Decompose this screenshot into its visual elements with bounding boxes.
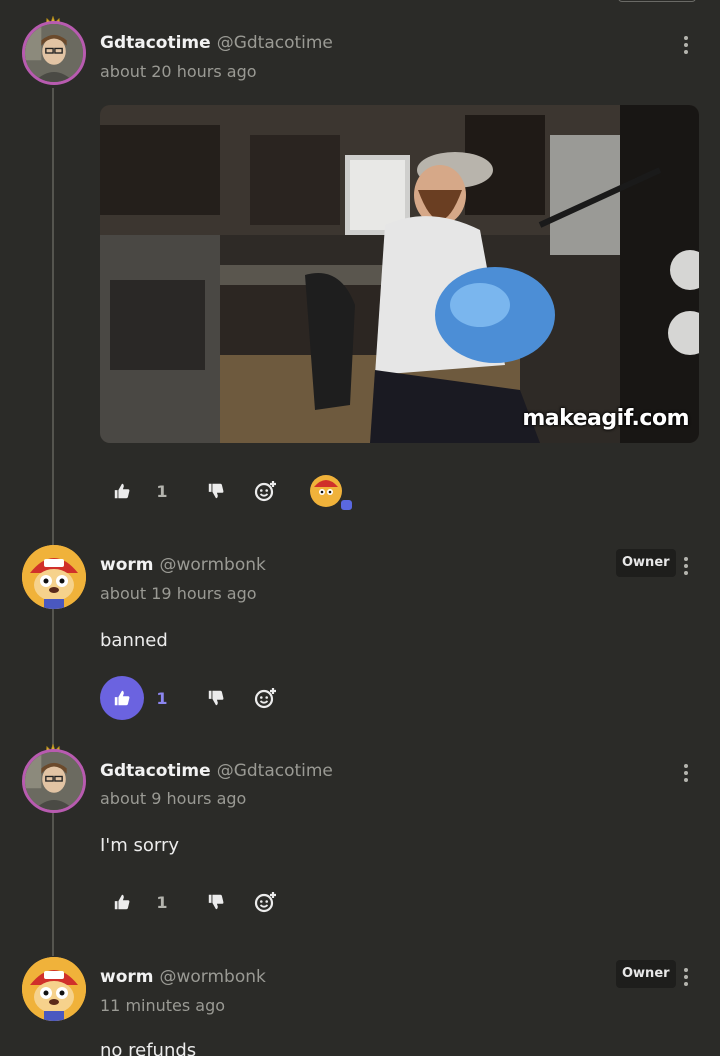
thumbs-down-icon <box>208 483 224 499</box>
author-line: worm @wormbonk <box>100 967 266 987</box>
reaction-avatar[interactable] <box>304 469 354 513</box>
timestamp: about 19 hours ago <box>100 584 257 603</box>
more-vertical-icon[interactable] <box>680 34 692 56</box>
gif-watermark: makeagif.com <box>522 406 689 431</box>
comment-text: I'm sorry <box>100 835 180 856</box>
comment-text: no refunds <box>100 1040 197 1056</box>
owner-badge: Owner <box>616 549 676 577</box>
dislike-button[interactable] <box>196 469 236 513</box>
avatar[interactable] <box>22 545 86 609</box>
top-tab-edge <box>618 0 696 2</box>
like-button[interactable] <box>100 469 144 513</box>
gif-image[interactable]: makeagif.com <box>100 105 699 443</box>
comment-actions: 1 <box>100 676 400 720</box>
author-name[interactable]: Gdtacotime <box>100 33 211 53</box>
add-reaction-button[interactable] <box>246 880 286 924</box>
author-handle: @Gdtacotime <box>216 33 333 53</box>
add-reaction-icon <box>254 892 276 913</box>
more-vertical-icon[interactable] <box>680 555 692 577</box>
add-reaction-icon <box>254 481 276 502</box>
like-button[interactable] <box>100 676 144 720</box>
thumbs-up-icon <box>114 483 130 499</box>
author-handle: @wormbonk <box>159 555 266 575</box>
like-count: 1 <box>156 481 168 501</box>
thread-line <box>52 88 54 956</box>
author-line: Gdtacotime @Gdtacotime <box>100 33 333 53</box>
more-vertical-icon[interactable] <box>680 762 692 784</box>
author-name[interactable]: Gdtacotime <box>100 761 211 781</box>
dislike-button[interactable] <box>196 880 236 924</box>
like-count: 1 <box>156 688 168 708</box>
thumbs-up-icon <box>114 894 130 910</box>
avatar[interactable] <box>22 957 86 1021</box>
author-line: Gdtacotime @Gdtacotime <box>100 761 333 781</box>
add-reaction-button[interactable] <box>246 676 286 720</box>
add-reaction-button[interactable] <box>246 469 286 513</box>
author-name[interactable]: worm <box>100 555 153 575</box>
author-handle: @Gdtacotime <box>216 761 333 781</box>
author-handle: @wormbonk <box>159 967 266 987</box>
comment-actions: 1 <box>100 880 400 924</box>
timestamp: about 20 hours ago <box>100 62 257 81</box>
author-line: worm @wormbonk <box>100 555 266 575</box>
dislike-button[interactable] <box>196 676 236 720</box>
owner-badge: Owner <box>616 960 676 988</box>
timestamp: 11 minutes ago <box>100 996 226 1015</box>
like-count: 1 <box>156 892 168 912</box>
comment-text: banned <box>100 630 168 651</box>
thumbs-up-icon <box>114 690 130 706</box>
thumbs-down-icon <box>208 894 224 910</box>
more-vertical-icon[interactable] <box>680 966 692 988</box>
timestamp: about 9 hours ago <box>100 789 247 808</box>
avatar[interactable] <box>22 21 86 85</box>
like-button[interactable] <box>100 880 144 924</box>
comment-actions: 1 <box>100 469 400 513</box>
avatar[interactable] <box>22 749 86 813</box>
thumbs-down-icon <box>208 690 224 706</box>
author-name[interactable]: worm <box>100 967 153 987</box>
add-reaction-icon <box>254 688 276 709</box>
